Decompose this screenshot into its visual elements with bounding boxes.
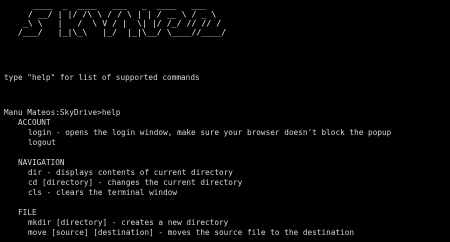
command-logout: logout — [28, 138, 56, 147]
command-move: move [source] [destination] - moves the … — [28, 228, 355, 237]
help-hint: type "help" for list of supported comman… — [4, 73, 200, 82]
section-title-file: FILE — [18, 208, 37, 217]
command-cls: cls - clears the terminal window — [28, 188, 178, 197]
command-cd: cd [directory] - changes the current dir… — [28, 178, 243, 187]
ascii-logo: ____ _ ____ ___ _ ____ ___ / __/ | |/ /\… — [17, 0, 227, 37]
command-dir: dir - displays contents of current direc… — [28, 168, 233, 177]
section-title-navigation: NAVIGATION — [18, 158, 65, 167]
command-login: login - opens the login window, make sur… — [28, 128, 392, 137]
section-title-account: ACCOUNT — [18, 118, 51, 127]
command-prompt-line[interactable]: Manu Mateos:SkyDrive>help — [4, 108, 120, 118]
command-mkdir: mkdir [directory] - creates a new direct… — [28, 218, 229, 227]
terminal-window[interactable]: ____ _ ____ ___ _ ____ ___ / __/ | |/ /\… — [0, 0, 450, 242]
